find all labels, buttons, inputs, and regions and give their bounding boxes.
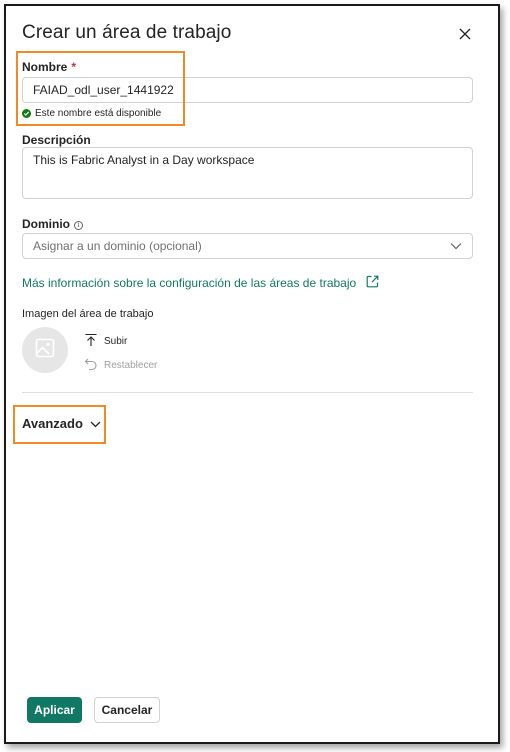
name-status: Este nombre está disponible [22,108,161,119]
reset-button[interactable]: Restablecer [84,357,157,374]
advanced-label: Avanzado [22,416,83,431]
workspace-image-avatar [22,327,68,373]
cancel-button[interactable]: Cancelar [94,697,160,723]
check-circle-icon [22,109,31,118]
domain-select-placeholder: Asignar a un dominio (opcional) [33,239,202,253]
name-input[interactable] [22,77,473,103]
name-label: Nombre * [22,60,76,74]
learn-more-text: Más información sobre la configuración d… [22,276,357,290]
description-label: Descripción [22,133,91,147]
name-label-text: Nombre [22,60,68,74]
advanced-toggle[interactable]: Avanzado [22,416,101,431]
description-input[interactable]: This is Fabric Analyst in a Day workspac… [22,147,473,199]
close-icon[interactable] [458,27,472,41]
learn-more-link[interactable]: Más información sobre la configuración d… [22,275,379,291]
image-placeholder-icon [35,338,55,363]
domain-select[interactable]: Asignar a un dominio (opcional) [22,233,473,259]
upload-label: Subir [104,336,128,347]
apply-button[interactable]: Aplicar [27,697,82,723]
section-divider [22,392,473,393]
info-icon[interactable]: i [74,221,83,230]
upload-button[interactable]: Subir [84,333,127,350]
chevron-down-icon [90,416,101,431]
domain-label-text: Dominio [22,217,70,231]
upload-icon [84,333,98,350]
name-status-text: Este nombre está disponible [35,108,162,119]
open-external-icon [366,275,379,291]
image-label: Imagen del área de trabajo [22,308,154,320]
domain-label: Dominio i [22,217,83,231]
required-mark: * [71,60,77,74]
chevron-down-icon [450,239,462,253]
reset-label: Restablecer [104,360,158,371]
dialog-title: Crear un área de trabajo [22,22,232,43]
undo-icon [84,357,98,374]
